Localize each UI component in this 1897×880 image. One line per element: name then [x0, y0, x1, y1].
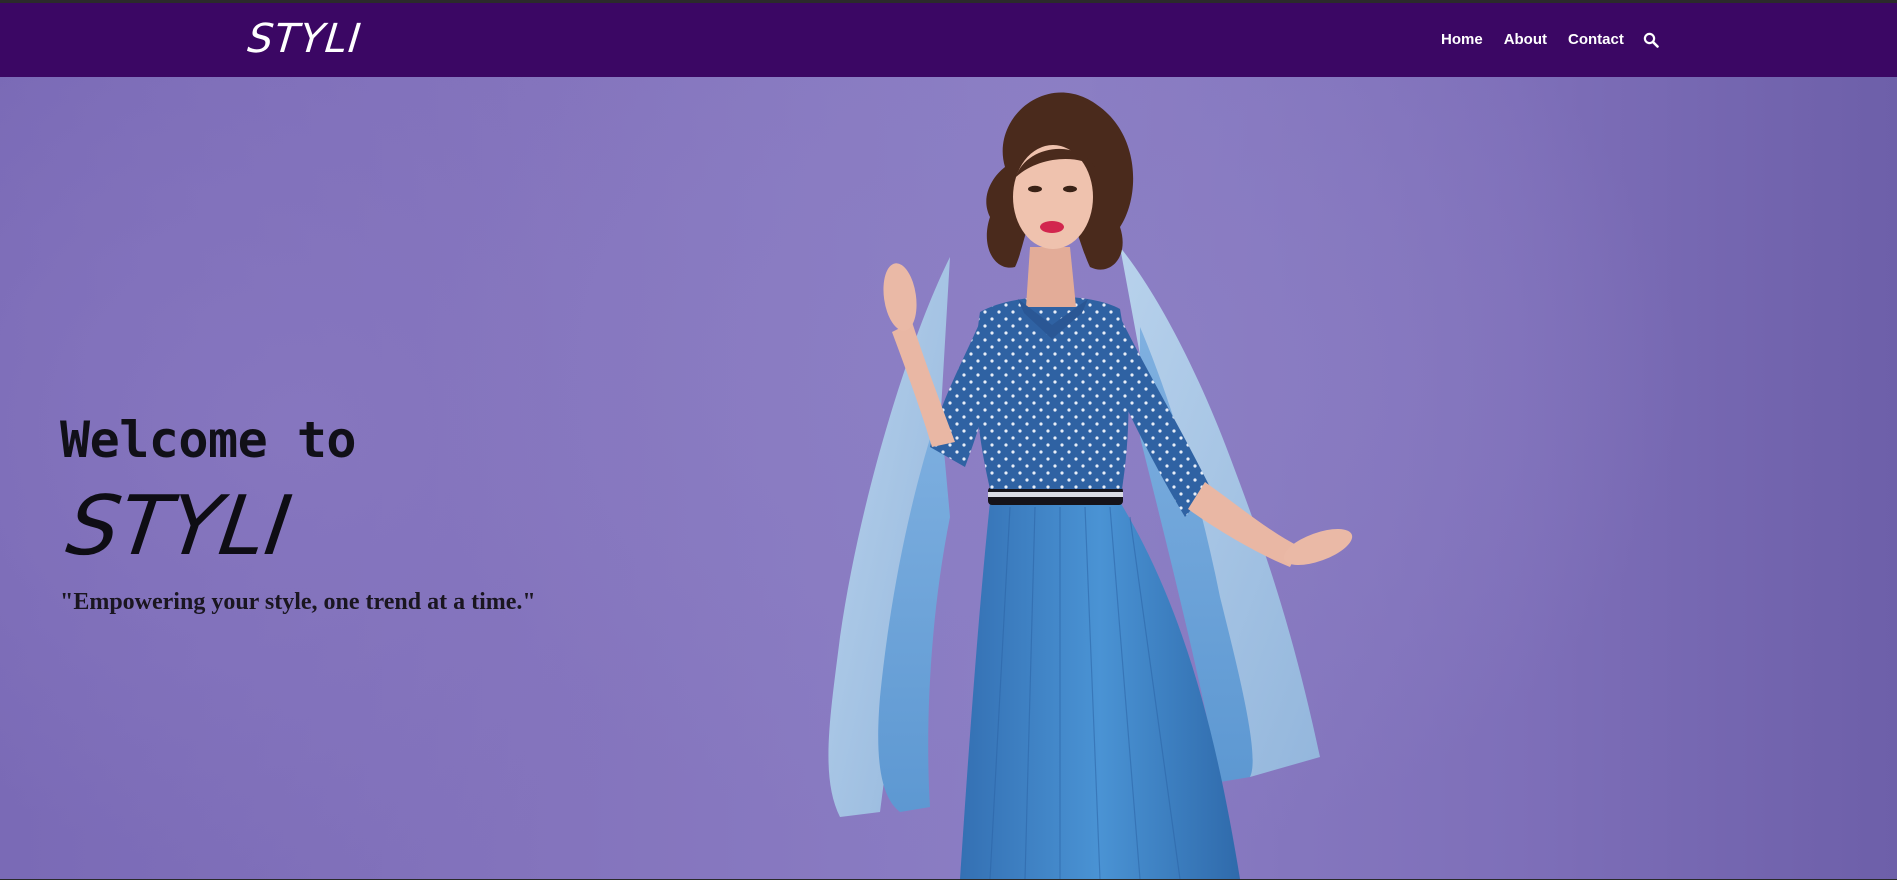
nav-link-about[interactable]: About [1504, 31, 1547, 49]
nav-link-contact[interactable]: Contact [1568, 31, 1624, 49]
search-icon[interactable] [1643, 32, 1659, 48]
model-photo [828, 92, 1353, 879]
hero-brand-title: STYLI [61, 479, 297, 574]
hero-tagline: "Empowering your style, one trend at a t… [60, 589, 536, 615]
brand-logo[interactable]: STYLI [246, 16, 364, 62]
hero-welcome-text: Welcome to [60, 411, 357, 469]
hero-section: Welcome to STYLI "Empowering your style,… [0, 77, 1897, 879]
nav-link-home[interactable]: Home [1441, 31, 1483, 49]
nav-links: Home About Contact [1441, 31, 1659, 49]
navbar: STYLI Home About Contact [0, 3, 1897, 77]
